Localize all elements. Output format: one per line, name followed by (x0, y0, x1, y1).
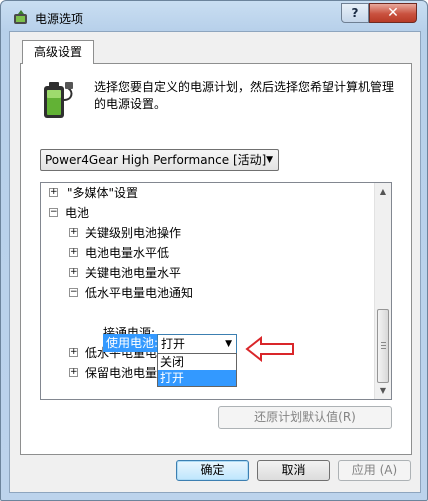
tree-item-label: 电池 (65, 206, 90, 220)
scroll-down-icon[interactable]: ▼ (375, 382, 391, 399)
chevron-down-icon: ▼ (225, 339, 232, 349)
tree-item-label: "多媒体"设置 (67, 186, 139, 200)
restore-defaults-button[interactable]: 还原计划默认值(R) (218, 406, 392, 429)
tree-item-label: 电池电量水平低 (85, 246, 170, 260)
title-bar[interactable]: 电源选项 ? ✕ (1, 1, 427, 33)
power-options-window: 电源选项 ? ✕ 高级设置 选择您要自定义的电源计划，然后选择您希望计算机管理的… (0, 0, 428, 501)
on-battery-value: 打开 (161, 337, 186, 351)
tree-item-label: 低水平电量电池通知 (85, 286, 194, 300)
tab-advanced-settings[interactable]: 高级设置 (22, 40, 94, 64)
scroll-thumb[interactable] (377, 309, 389, 383)
scroll-up-icon[interactable]: ▲ (375, 183, 391, 200)
apply-button[interactable]: 应用 (A) (338, 460, 411, 481)
intro-text: 选择您要自定义的电源计划，然后选择您希望计算机管理的电源设置。 (94, 80, 395, 111)
collapse-icon[interactable]: − (69, 288, 78, 297)
option-on[interactable]: 打开 (158, 370, 236, 386)
tree-item-label: 关键级别电池操作 (85, 226, 182, 240)
power-plan-value: Power4Gear High Performance [活动] (45, 153, 267, 167)
settings-tree: + "多媒体"设置 − 电池 + 关键级别电池操作 + 电池电量水平低 + 关键… (40, 182, 392, 400)
expand-icon[interactable]: + (69, 268, 78, 277)
option-off[interactable]: 关闭 (158, 354, 236, 370)
window-title: 电源选项 (35, 12, 84, 26)
dialog-client-area: 高级设置 选择您要自定义的电源计划，然后选择您希望计算机管理的电源设置。 Pow… (9, 31, 421, 493)
close-button[interactable]: ✕ (369, 3, 417, 23)
red-arrow-icon (245, 336, 294, 362)
expand-icon[interactable]: + (49, 188, 58, 197)
grip-icon (381, 342, 386, 349)
battery-plug-icon (44, 82, 73, 118)
expand-icon[interactable]: + (69, 368, 78, 377)
tree-scrollbar[interactable]: ▲ ▼ (374, 183, 391, 399)
cancel-button[interactable]: 取消 (257, 460, 330, 481)
expand-icon[interactable]: + (69, 348, 78, 357)
on-battery-select[interactable]: 打开 ▼ (157, 334, 237, 354)
on-battery-dropdown: 关闭 打开 (157, 353, 237, 387)
chevron-down-icon: ▼ (266, 155, 273, 165)
power-plan-select[interactable]: Power4Gear High Performance [活动] ▼ (40, 149, 279, 171)
expand-icon[interactable]: + (69, 228, 78, 237)
tree-item-label: 关键电池电量水平 (85, 266, 182, 280)
expand-icon[interactable]: + (69, 248, 78, 257)
collapse-icon[interactable]: − (49, 208, 58, 217)
on-battery-label[interactable]: 使用电池: (103, 334, 162, 352)
tree-item-label: 保留电池电量 (85, 366, 158, 380)
power-options-icon (14, 10, 27, 24)
help-button[interactable]: ? (341, 3, 369, 23)
ok-button[interactable]: 确定 (176, 460, 249, 481)
